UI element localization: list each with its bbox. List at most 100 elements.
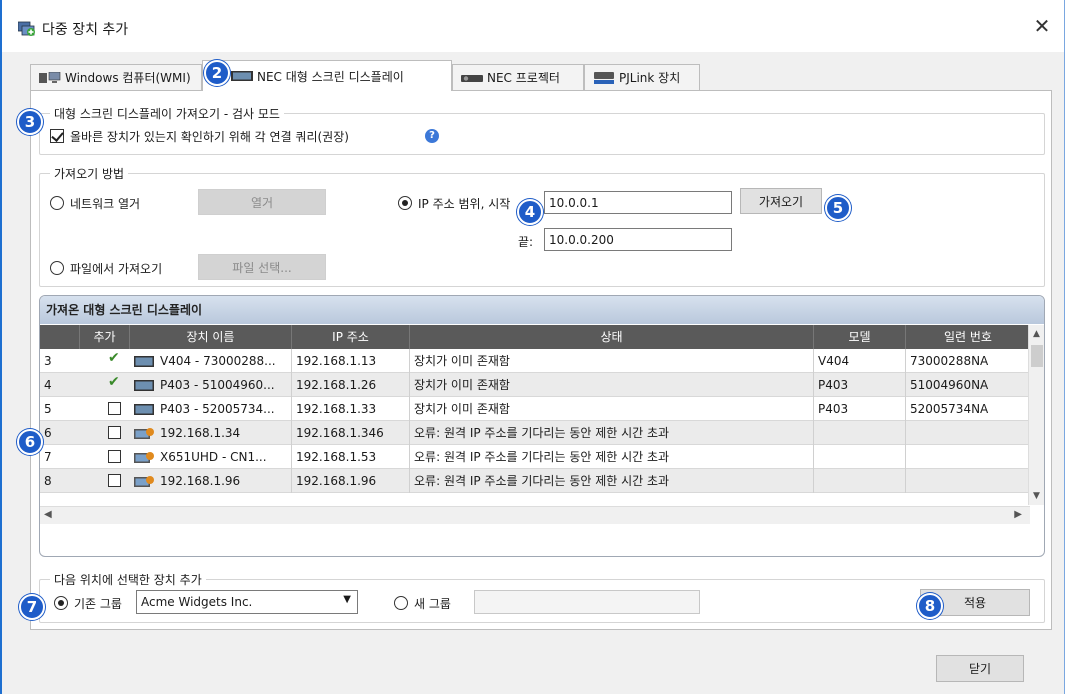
add-checkbox[interactable] [108,350,121,367]
new-group-input[interactable] [474,590,700,614]
column-header-add[interactable]: 추가 [80,325,130,349]
add-to-location-legend: 다음 위치에 선택한 장치 추가 [50,571,206,588]
add-checkbox[interactable] [108,474,121,487]
table-row[interactable]: 3 V404 - 73000288... 192.168.1.13 장치가 이미… [40,349,1030,373]
callout-badge-7: 7 [19,594,45,620]
row-number: 4 [44,378,52,392]
tab-nec-projector[interactable]: NEC 프로젝터 [452,64,584,90]
ip-cell: 192.168.1.26 [292,373,410,397]
import-button[interactable]: 가져오기 [740,188,822,214]
add-devices-app-icon [18,21,35,36]
scroll-right-icon[interactable]: ▶ [1014,509,1022,520]
import-method-legend: 가져오기 방법 [50,165,129,182]
status-cell: 오류: 원격 IP 주소를 기다리는 동안 제한 시간 초과 [410,421,814,445]
device-name-cell: V404 - 73000288... [130,349,292,373]
column-header-model[interactable]: 모델 [814,325,906,349]
chevron-down-icon[interactable]: ▼ [343,594,351,605]
help-icon[interactable]: ? [425,129,439,143]
select-file-button[interactable]: 파일 선택... [198,254,326,280]
device-name: 192.168.1.96 [160,474,241,488]
column-header-serial[interactable]: 일련 번호 [906,325,1030,349]
network-enumerate-label: 네트워크 열거 [70,197,141,211]
callout-badge-6: 6 [17,429,43,455]
device-name: X651UHD - CN1... [160,450,267,464]
table-row[interactable]: 4 P403 - 51004960... 192.168.1.26 장치가 이미… [40,373,1030,397]
ip-end-label: 끝: [518,235,534,249]
ip-range-radio[interactable] [398,196,412,210]
device-name: V404 - 73000288... [160,354,276,368]
callout-badge-3: 3 [17,109,43,135]
query-each-connection-checkbox[interactable] [50,129,64,143]
table-row[interactable]: 5 P403 - 52005734... 192.168.1.33 장치가 이미… [40,397,1030,421]
column-header-device-name[interactable]: 장치 이름 [130,325,292,349]
status-cell: 장치가 이미 존재함 [410,373,814,397]
existing-group-radio[interactable] [54,596,68,610]
ip-cell: 192.168.1.53 [292,445,410,469]
model-cell [814,421,906,445]
row-number-header [40,325,80,349]
serial-cell [906,469,1030,493]
add-checkbox[interactable] [108,374,121,391]
close-button[interactable]: 닫기 [936,655,1024,682]
scroll-up-icon[interactable]: ▲ [1033,329,1040,339]
scan-mode-group: 대형 스크린 디스플레이 가져오기 - 검사 모드 올바른 장치가 있는지 확인… [39,105,1045,155]
windows-computer-icon [39,71,61,83]
vertical-scrollbar[interactable]: ▲ ▼ [1028,325,1044,505]
new-group-radio[interactable] [394,596,408,610]
row-number: 6 [44,426,52,440]
scroll-left-icon[interactable]: ◀ [44,509,52,520]
scroll-thumb[interactable] [1031,345,1043,367]
existing-group-select[interactable]: Acme Widgets Inc. ▼ [136,590,358,614]
warning-display-icon [134,476,154,487]
add-checkbox[interactable] [108,402,121,415]
callout-badge-2: 2 [204,60,230,86]
table-row[interactable]: 6 192.168.1.34 192.168.1.346 오류: 원격 IP 주… [40,421,1030,445]
tab-label: PJLink 장치 [619,71,681,85]
device-name-cell: P403 - 51004960... [130,373,292,397]
enumerate-button[interactable]: 열거 [198,189,326,215]
nec-display-icon [231,71,253,81]
device-name-cell: P403 - 52005734... [130,397,292,421]
status-cell: 오류: 원격 IP 주소를 기다리는 동안 제한 시간 초과 [410,445,814,469]
close-icon[interactable]: ✕ [1030,14,1054,38]
add-checkbox[interactable] [108,450,121,463]
add-checkbox[interactable] [108,426,121,439]
device-name: 192.168.1.34 [160,426,241,440]
import-from-file-label: 파일에서 가져오기 [70,262,163,276]
ip-end-input[interactable]: 10.0.0.200 [544,228,732,251]
table-row[interactable]: 8 192.168.1.96 192.168.1.96 오류: 원격 IP 주소… [40,469,1030,493]
device-name-cell: X651UHD - CN1... [130,445,292,469]
scroll-down-icon[interactable]: ▼ [1033,491,1040,501]
row-number: 7 [44,450,52,464]
new-group-label: 새 그룹 [414,597,451,611]
grid-header-row: 추가 장치 이름 IP 주소 상태 모델 일련 번호 [40,325,1030,349]
model-cell: V404 [814,349,906,373]
display-icon [134,404,154,415]
import-from-file-radio[interactable] [50,261,64,275]
model-cell: P403 [814,373,906,397]
tab-nec-large-screen-display[interactable]: NEC 대형 스크린 디스플레이 [202,60,452,91]
tab-label: NEC 대형 스크린 디스플레이 [257,69,404,84]
imported-displays-title: 가져온 대형 스크린 디스플레이 [40,296,1044,324]
ip-cell: 192.168.1.346 [292,421,410,445]
row-number: 3 [44,354,52,368]
device-name: P403 - 51004960... [160,378,275,392]
row-number: 5 [44,402,52,416]
model-cell [814,469,906,493]
table-row[interactable]: 7 X651UHD - CN1... 192.168.1.53 오류: 원격 I… [40,445,1030,469]
callout-badge-8: 8 [917,593,943,619]
column-header-ip-address[interactable]: IP 주소 [292,325,410,349]
network-enumerate-radio[interactable] [50,196,64,210]
window-title: 다중 장치 추가 [42,22,129,38]
scan-mode-legend: 대형 스크린 디스플레이 가져오기 - 검사 모드 [50,105,284,122]
ip-start-input[interactable]: 10.0.0.1 [544,191,732,214]
tab-label: NEC 프로젝터 [487,71,560,85]
horizontal-scrollbar[interactable]: ◀ ▶ [40,506,1030,524]
title-bar: 다중 장치 추가 ✕ [2,0,1064,52]
model-cell [814,445,906,469]
tab-windows-wmi[interactable]: Windows 컴퓨터(WMI) [30,64,202,90]
column-header-status[interactable]: 상태 [410,325,814,349]
tab-panel: 대형 스크린 디스플레이 가져오기 - 검사 모드 올바른 장치가 있는지 확인… [17,90,1052,630]
status-cell: 장치가 이미 존재함 [410,397,814,421]
tab-pjlink-device[interactable]: PJLink 장치 [584,64,700,90]
